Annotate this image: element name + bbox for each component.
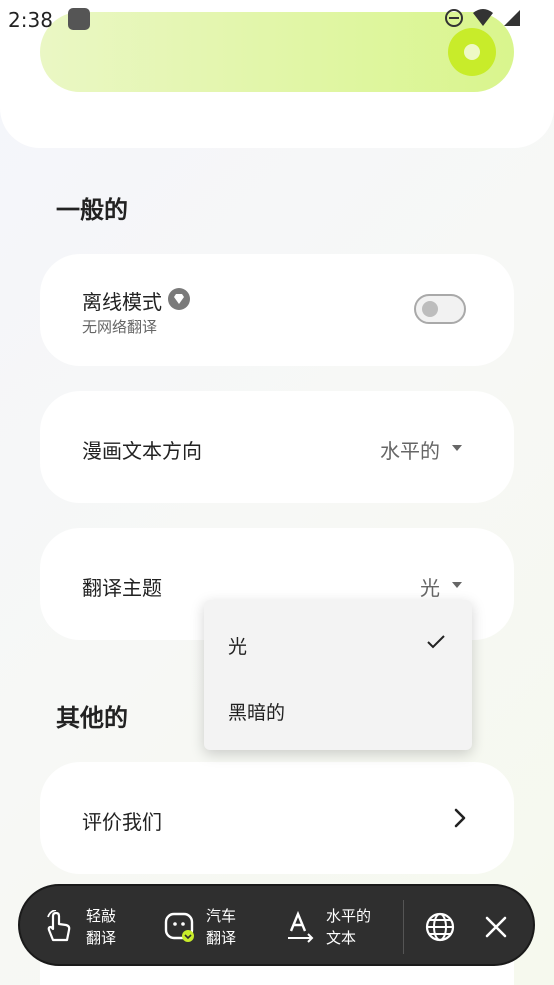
theme-dropdown-menu: 光 黑暗的 bbox=[204, 600, 472, 750]
cellular-signal-icon bbox=[504, 10, 520, 26]
status-icons bbox=[444, 8, 522, 28]
status-time: 2:38 bbox=[8, 8, 53, 32]
app-notification-icon bbox=[68, 8, 90, 30]
comic-text-direction-card[interactable]: 漫画文本方向 水平的 bbox=[40, 391, 514, 503]
theme-option-dark[interactable]: 黑暗的 bbox=[204, 678, 472, 742]
status-bar: 2:38 bbox=[0, 0, 554, 38]
comic-text-direction-label: 漫画文本方向 bbox=[82, 439, 202, 463]
tap-hand-icon bbox=[47, 910, 71, 942]
horizontal-text-line1: 水平的 bbox=[326, 907, 372, 925]
chevron-down-icon bbox=[452, 582, 462, 588]
checkmark-icon bbox=[427, 635, 445, 649]
globe-icon bbox=[425, 912, 455, 942]
theme-option-label: 黑暗的 bbox=[228, 702, 286, 724]
wifi-icon bbox=[473, 9, 493, 26]
translation-theme-label: 翻译主题 bbox=[82, 576, 162, 600]
auto-translate-icon bbox=[164, 912, 194, 942]
tap-translate-button[interactable]: 轻敲 翻译 bbox=[44, 886, 126, 968]
language-button[interactable] bbox=[424, 886, 456, 968]
offline-mode-toggle[interactable] bbox=[414, 294, 466, 324]
do-not-disturb-icon bbox=[445, 9, 463, 27]
toggle-knob bbox=[422, 301, 438, 317]
section-title-general: 一般的 bbox=[56, 196, 128, 224]
premium-diamond-icon bbox=[168, 288, 190, 310]
offline-mode-card[interactable]: 离线模式 无网络翻译 bbox=[40, 254, 514, 366]
offline-mode-label: 离线模式 bbox=[82, 290, 162, 314]
rate-us-label: 评价我们 bbox=[82, 810, 162, 834]
auto-translate-button[interactable]: 汽车 翻译 bbox=[164, 886, 246, 968]
close-icon bbox=[485, 916, 507, 938]
section-title-other: 其他的 bbox=[56, 704, 128, 732]
horizontal-text-line2: 文本 bbox=[326, 929, 357, 947]
chevron-right-icon bbox=[454, 808, 466, 828]
theme-option-label: 光 bbox=[228, 636, 248, 658]
text-direction-icon bbox=[288, 911, 314, 943]
theme-option-light[interactable]: 光 bbox=[204, 612, 472, 676]
floating-toolbar: 轻敲 翻译 汽车 翻译 水平的 文本 bbox=[18, 884, 535, 966]
translation-theme-value[interactable]: 光 bbox=[420, 572, 440, 601]
tap-translate-line1: 轻敲 bbox=[86, 907, 117, 925]
auto-translate-line1: 汽车 bbox=[206, 907, 237, 925]
close-toolbar-button[interactable] bbox=[484, 886, 508, 968]
tap-translate-line2: 翻译 bbox=[86, 929, 117, 947]
auto-translate-line2: 翻译 bbox=[206, 929, 237, 947]
offline-mode-sublabel: 无网络翻译 bbox=[82, 318, 158, 336]
comic-text-direction-value[interactable]: 水平的 bbox=[380, 435, 440, 464]
chevron-down-icon bbox=[452, 445, 462, 451]
horizontal-text-button[interactable]: 水平的 文本 bbox=[286, 886, 380, 968]
toolbar-divider bbox=[403, 900, 404, 954]
rate-us-card[interactable]: 评价我们 bbox=[40, 762, 514, 874]
